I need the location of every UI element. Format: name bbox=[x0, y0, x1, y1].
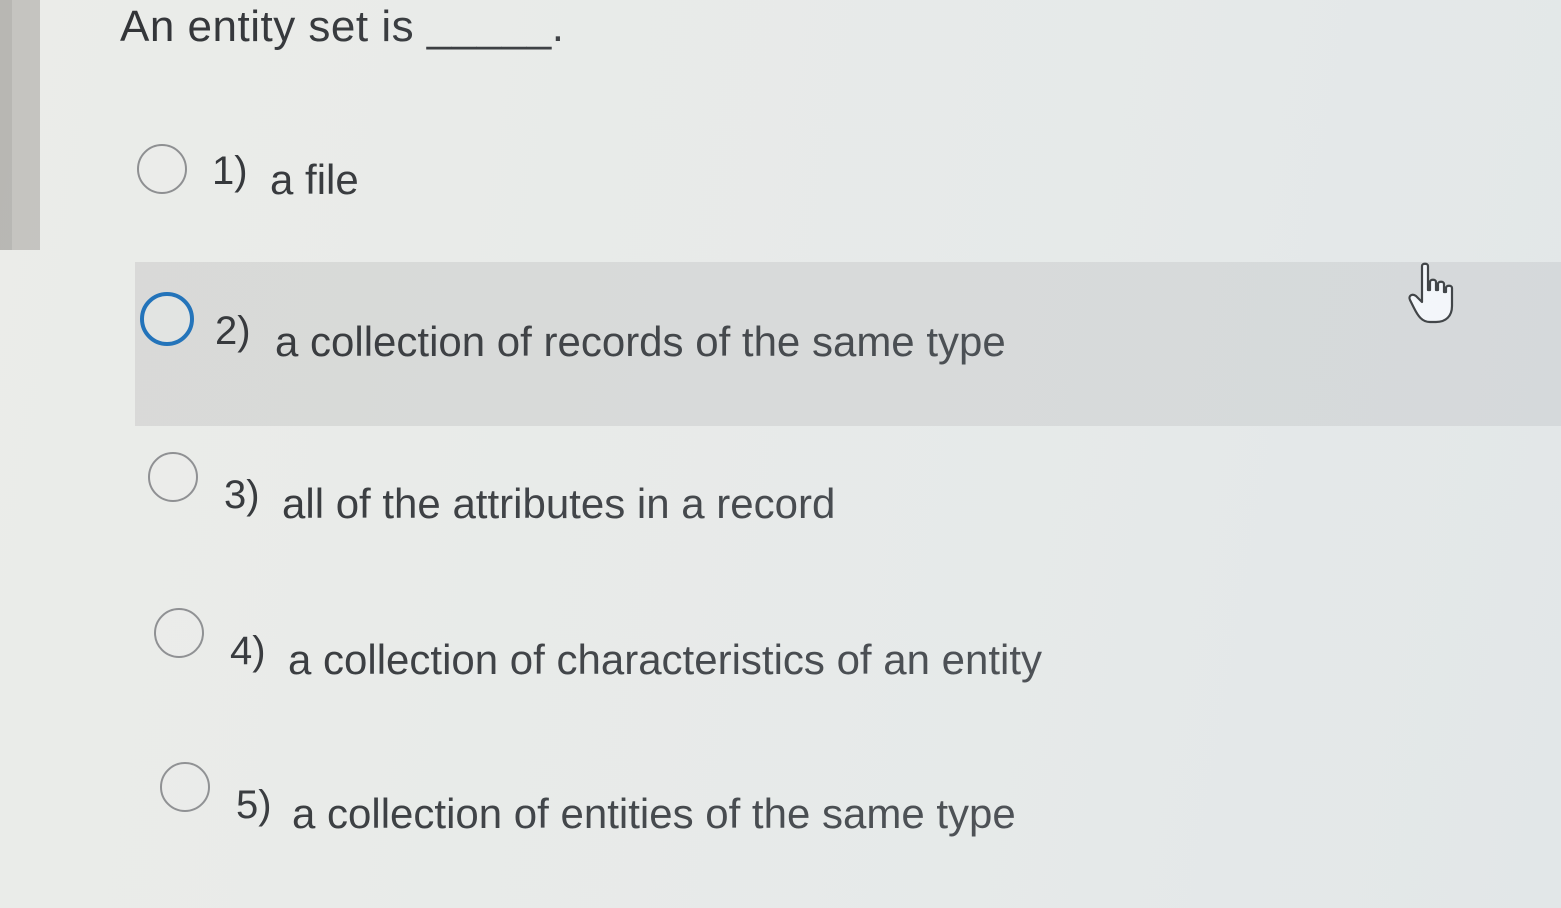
radio-button-5[interactable] bbox=[160, 762, 210, 812]
option-number-1: 1) bbox=[212, 149, 248, 193]
option-number-2: 2) bbox=[215, 309, 251, 353]
option-number-3: 3) bbox=[224, 473, 260, 517]
option-label-2[interactable]: a collection of records of the same type bbox=[275, 316, 1006, 368]
option-label-4[interactable]: a collection of characteristics of an en… bbox=[288, 634, 1042, 686]
answer-option-5[interactable]: 5) a collection of entities of the same … bbox=[0, 740, 1561, 908]
option-number-4: 4) bbox=[230, 629, 266, 673]
option-label-5[interactable]: a collection of entities of the same typ… bbox=[292, 788, 1016, 840]
radio-button-4[interactable] bbox=[154, 608, 204, 658]
option-label-1[interactable]: a file bbox=[270, 154, 359, 206]
question-text: An entity set is _____. bbox=[120, 2, 565, 51]
radio-button-3[interactable] bbox=[148, 452, 198, 502]
answer-option-2[interactable]: 2) a collection of records of the same t… bbox=[135, 262, 1561, 426]
option-number-5: 5) bbox=[236, 783, 272, 827]
hand-pointer-icon bbox=[1408, 262, 1454, 324]
option-label-3[interactable]: all of the attributes in a record bbox=[282, 478, 835, 530]
answer-option-3[interactable]: 3) all of the attributes in a record bbox=[0, 440, 1561, 600]
radio-button-1[interactable] bbox=[137, 144, 187, 194]
radio-button-2[interactable] bbox=[140, 292, 194, 346]
answer-option-1[interactable]: 1) a file bbox=[0, 110, 1561, 270]
answer-option-4[interactable]: 4) a collection of characteristics of an… bbox=[0, 600, 1561, 760]
